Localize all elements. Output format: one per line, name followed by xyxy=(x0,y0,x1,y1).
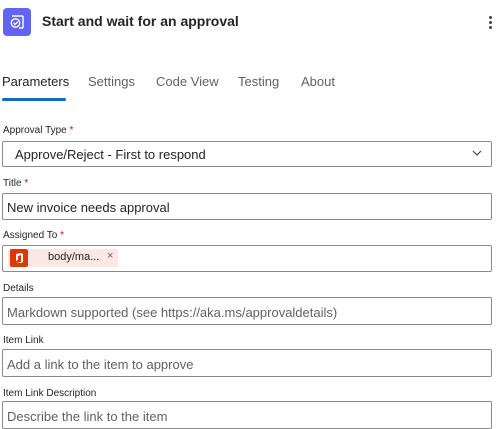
tab-testing[interactable]: Testing xyxy=(238,74,279,89)
chevron-down-icon xyxy=(472,150,482,156)
details-placeholder: Markdown supported (see https://aka.ms/a… xyxy=(7,305,338,320)
item-link-placeholder: Add a link to the item to approve xyxy=(7,357,194,372)
title-value: New invoice needs approval xyxy=(7,200,170,215)
approval-type-label: Approval Type * xyxy=(3,125,74,136)
assigned-to-label: Assigned To * xyxy=(3,230,64,241)
assigned-to-input[interactable]: body/ma... × xyxy=(2,245,492,272)
approval-icon xyxy=(3,8,31,36)
tab-about[interactable]: About xyxy=(301,74,335,89)
item-link-input[interactable]: Add a link to the item to approve xyxy=(2,349,492,377)
token-label: body/ma... xyxy=(48,251,100,263)
approval-type-value: Approve/Reject - First to respond xyxy=(15,147,206,162)
remove-token-icon[interactable]: × xyxy=(107,250,113,262)
tab-parameters[interactable]: Parameters xyxy=(2,74,69,89)
title-label: Title * xyxy=(3,178,29,189)
active-tab-indicator xyxy=(2,98,66,101)
title-input[interactable]: New invoice needs approval xyxy=(2,193,492,220)
item-link-description-input[interactable]: Describe the link to the item xyxy=(2,401,492,429)
dynamic-content-token[interactable]: body/ma... × xyxy=(8,249,118,267)
item-link-description-placeholder: Describe the link to the item xyxy=(7,409,168,424)
tab-bar: Parameters Settings Code View Testing Ab… xyxy=(0,68,499,102)
action-header: Start and wait for an approval xyxy=(0,0,499,44)
item-link-description-label: Item Link Description xyxy=(3,388,97,399)
tab-code-view[interactable]: Code View xyxy=(156,74,219,89)
approval-type-dropdown[interactable]: Approve/Reject - First to respond xyxy=(2,141,492,167)
tab-settings[interactable]: Settings xyxy=(88,74,135,89)
office-icon xyxy=(10,249,28,267)
action-title: Start and wait for an approval xyxy=(42,13,239,29)
more-options-icon[interactable] xyxy=(485,9,495,35)
details-input[interactable]: Markdown supported (see https://aka.ms/a… xyxy=(2,297,492,325)
item-link-label: Item Link xyxy=(3,335,44,346)
details-label: Details xyxy=(3,283,34,294)
